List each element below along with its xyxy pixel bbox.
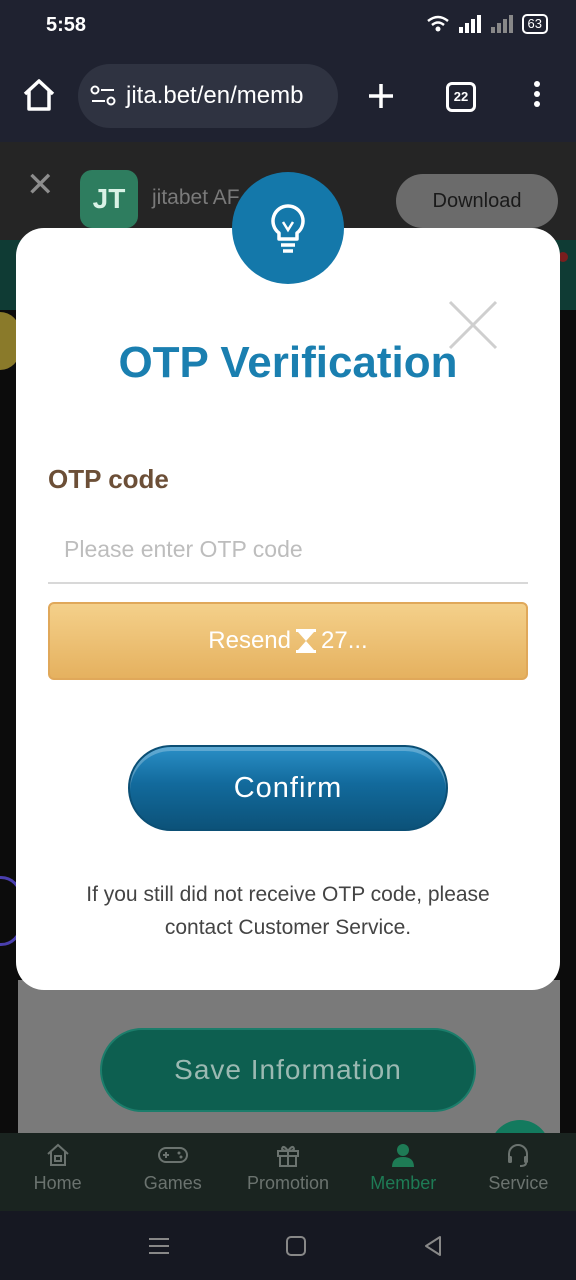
home-icon xyxy=(23,79,55,111)
new-tab-button[interactable] xyxy=(362,74,400,118)
signal-icon-2 xyxy=(490,15,513,33)
download-button[interactable]: Download xyxy=(396,174,558,228)
signal-icon xyxy=(458,15,481,33)
nav-member-label: Member xyxy=(370,1173,437,1193)
bottom-nav: Home Games Promotion Member Service xyxy=(0,1133,576,1211)
banner-close-icon[interactable]: ✕ xyxy=(26,168,55,202)
status-bar: 5:58 63 xyxy=(0,0,576,52)
lightbulb-icon xyxy=(271,204,305,253)
nav-games-label: Games xyxy=(143,1173,202,1193)
system-nav-bar xyxy=(0,1211,576,1280)
confirm-button[interactable]: Confirm xyxy=(128,745,448,831)
nav-member[interactable]: Member xyxy=(346,1133,461,1211)
site-settings-icon[interactable] xyxy=(90,85,116,107)
nav-service-label: Service xyxy=(488,1173,549,1193)
nav-games[interactable]: Games xyxy=(115,1133,230,1211)
otp-field-label: OTP code xyxy=(48,464,169,494)
member-icon xyxy=(387,1141,419,1169)
url-text: jita.bet/en/memb xyxy=(126,82,304,109)
modal-badge xyxy=(232,172,344,284)
resend-label: Resend xyxy=(208,627,292,654)
help-text: If you still did not receive OTP code, p… xyxy=(86,883,490,939)
save-information-button[interactable]: Save Information xyxy=(100,1028,476,1112)
home-button[interactable] xyxy=(20,76,58,114)
url-bar[interactable]: jita.bet/en/memb xyxy=(78,64,338,128)
gamepad-icon xyxy=(157,1141,189,1169)
app-name: jitabet AF xyxy=(152,186,240,209)
hourglass-icon xyxy=(296,629,317,653)
headset-icon xyxy=(502,1141,534,1169)
otp-code-input[interactable] xyxy=(48,516,528,584)
browser-toolbar: jita.bet/en/memb 22 xyxy=(0,52,576,142)
app-logo: JT xyxy=(80,170,138,228)
nav-home[interactable]: Home xyxy=(0,1133,115,1211)
nav-service[interactable]: Service xyxy=(461,1133,576,1211)
wifi-icon xyxy=(426,15,449,32)
modal-title: OTP Verification xyxy=(118,338,458,387)
home-square-icon[interactable] xyxy=(281,1231,311,1261)
recent-apps-icon[interactable] xyxy=(144,1231,174,1261)
home-icon xyxy=(42,1141,74,1169)
tab-switcher-button[interactable]: 22 xyxy=(446,82,476,112)
more-menu-button[interactable] xyxy=(526,78,548,114)
status-icons: 63 xyxy=(426,14,548,34)
nav-home-label: Home xyxy=(33,1173,82,1193)
nav-promotion-label: Promotion xyxy=(246,1173,330,1193)
back-triangle-icon[interactable] xyxy=(418,1231,448,1261)
nav-promotion[interactable]: Promotion xyxy=(230,1133,345,1211)
gift-icon xyxy=(272,1141,304,1169)
status-time: 5:58 xyxy=(46,14,87,36)
resend-button[interactable]: Resend 27... xyxy=(48,602,528,680)
plus-icon xyxy=(369,84,393,108)
battery-indicator: 63 xyxy=(521,14,548,34)
resend-countdown: 27... xyxy=(321,627,368,654)
